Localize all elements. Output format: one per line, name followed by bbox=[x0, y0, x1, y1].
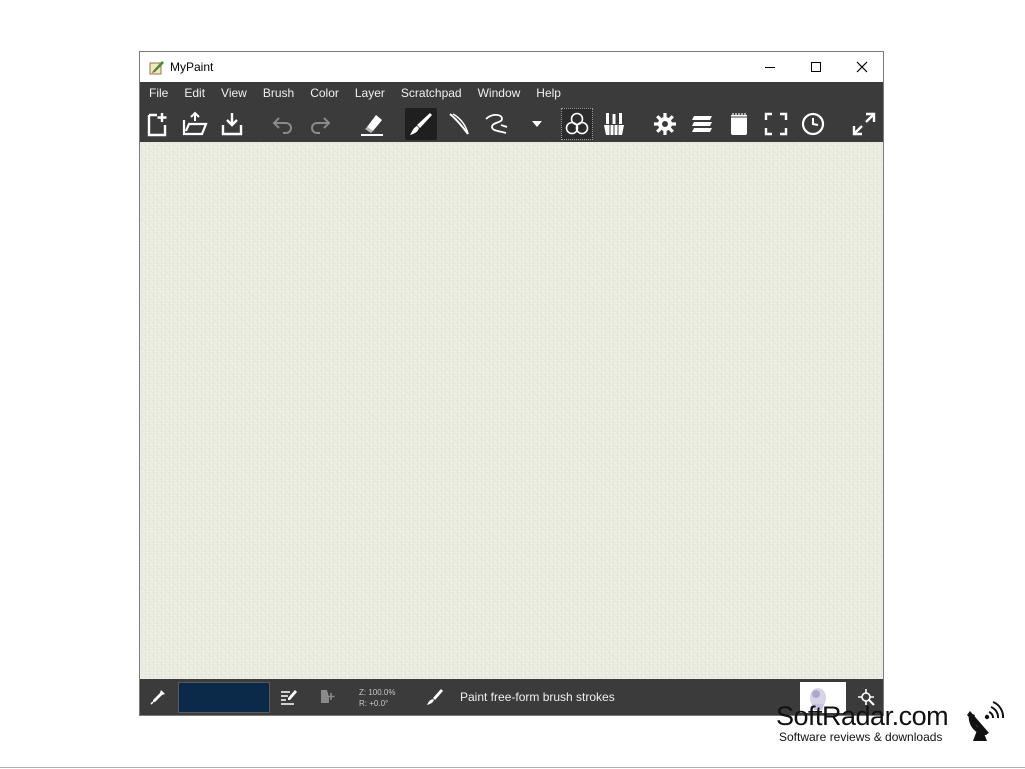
connected-lines-icon bbox=[485, 113, 508, 134]
color-wheel-button[interactable] bbox=[561, 108, 593, 140]
current-mode-indicator bbox=[426, 688, 444, 711]
main-toolbar bbox=[140, 105, 883, 142]
expand-icon bbox=[852, 112, 876, 136]
menu-layer[interactable]: Layer bbox=[347, 82, 393, 105]
zoom-level: Z: 100.0% bbox=[359, 688, 396, 697]
menu-file[interactable]: File bbox=[140, 82, 176, 105]
layers-button[interactable] bbox=[686, 108, 718, 140]
redo-icon bbox=[311, 117, 331, 134]
undo-icon bbox=[272, 117, 292, 134]
minimize-button[interactable] bbox=[747, 52, 793, 82]
menu-bar: File Edit View Brush Color Layer Scratch… bbox=[140, 82, 883, 105]
add-layer-button[interactable] bbox=[318, 688, 336, 711]
brush-settings-icon bbox=[281, 690, 297, 705]
redo-button[interactable] bbox=[304, 108, 336, 140]
menu-color[interactable]: Color bbox=[302, 82, 347, 105]
watermark-name: SoftRadar.com bbox=[776, 701, 949, 731]
softradar-watermark: SoftRadar.com Software reviews & downloa… bbox=[776, 701, 1006, 749]
expand-button[interactable] bbox=[848, 108, 880, 140]
color-wheel-icon bbox=[565, 112, 589, 135]
inking-icon bbox=[449, 113, 469, 135]
rotation-level: R: +0.0° bbox=[359, 699, 389, 708]
screen-bottom-rule bbox=[0, 767, 1025, 768]
layers-icon bbox=[692, 116, 712, 132]
scratchpad-icon bbox=[731, 113, 747, 135]
mode-dropdown-button[interactable] bbox=[525, 108, 549, 140]
eraser-icon bbox=[361, 115, 383, 136]
fullscreen-icon bbox=[764, 112, 788, 136]
brush-icon bbox=[410, 113, 432, 135]
window-title: MyPaint bbox=[170, 60, 214, 74]
save-button[interactable] bbox=[216, 108, 248, 140]
brush-icon bbox=[427, 689, 443, 705]
menu-view[interactable]: View bbox=[213, 82, 255, 105]
add-layer-icon bbox=[321, 690, 335, 703]
eraser-button[interactable] bbox=[356, 108, 388, 140]
settings-button[interactable] bbox=[649, 108, 681, 140]
inking-mode-button[interactable] bbox=[443, 108, 475, 140]
brush-mode-button[interactable] bbox=[405, 108, 437, 140]
settings-icon bbox=[654, 113, 676, 135]
save-icon bbox=[221, 113, 243, 136]
minimize-icon bbox=[765, 67, 775, 68]
menu-brush[interactable]: Brush bbox=[255, 82, 302, 105]
fullscreen-button[interactable] bbox=[760, 108, 792, 140]
zoom-rotation-readout: Z: 100.0% R: +0.0° bbox=[359, 687, 395, 709]
menu-help[interactable]: Help bbox=[528, 82, 569, 105]
brushes-icon bbox=[604, 113, 624, 135]
new-document-button[interactable] bbox=[142, 108, 174, 140]
open-file-button[interactable] bbox=[179, 108, 211, 140]
connected-lines-button[interactable] bbox=[481, 108, 513, 140]
dropdown-icon bbox=[532, 121, 542, 127]
open-file-icon bbox=[182, 111, 208, 136]
close-button[interactable] bbox=[839, 52, 883, 82]
current-color-swatch[interactable] bbox=[178, 682, 270, 713]
mypaint-window: MyPaint File Edit View Brush Color Layer… bbox=[139, 51, 884, 716]
paint-canvas[interactable] bbox=[141, 142, 882, 679]
color-picker-button[interactable] bbox=[149, 688, 167, 711]
menu-scratchpad[interactable]: Scratchpad bbox=[393, 82, 470, 105]
close-icon bbox=[856, 61, 868, 73]
status-bar: Z: 100.0% R: +0.0° Paint free-form brush… bbox=[140, 679, 883, 715]
maximize-button[interactable] bbox=[793, 52, 839, 82]
title-bar[interactable]: MyPaint bbox=[140, 52, 883, 82]
scratchpad-button[interactable] bbox=[723, 108, 755, 140]
status-message: Paint free-form brush strokes bbox=[460, 690, 615, 704]
undo-button[interactable] bbox=[267, 108, 299, 140]
maximize-icon bbox=[811, 62, 821, 72]
menu-edit[interactable]: Edit bbox=[176, 82, 213, 105]
history-icon bbox=[801, 112, 825, 136]
watermark-tagline: Software reviews & downloads bbox=[779, 730, 943, 744]
brushes-button[interactable] bbox=[598, 108, 630, 140]
eyedropper-icon bbox=[150, 690, 165, 705]
mypaint-app-icon bbox=[149, 59, 165, 75]
history-button[interactable] bbox=[797, 108, 829, 140]
satellite-dish-icon bbox=[965, 701, 1005, 748]
new-document-icon bbox=[147, 113, 167, 137]
brush-settings-button[interactable] bbox=[280, 688, 298, 711]
menu-window[interactable]: Window bbox=[470, 82, 529, 105]
